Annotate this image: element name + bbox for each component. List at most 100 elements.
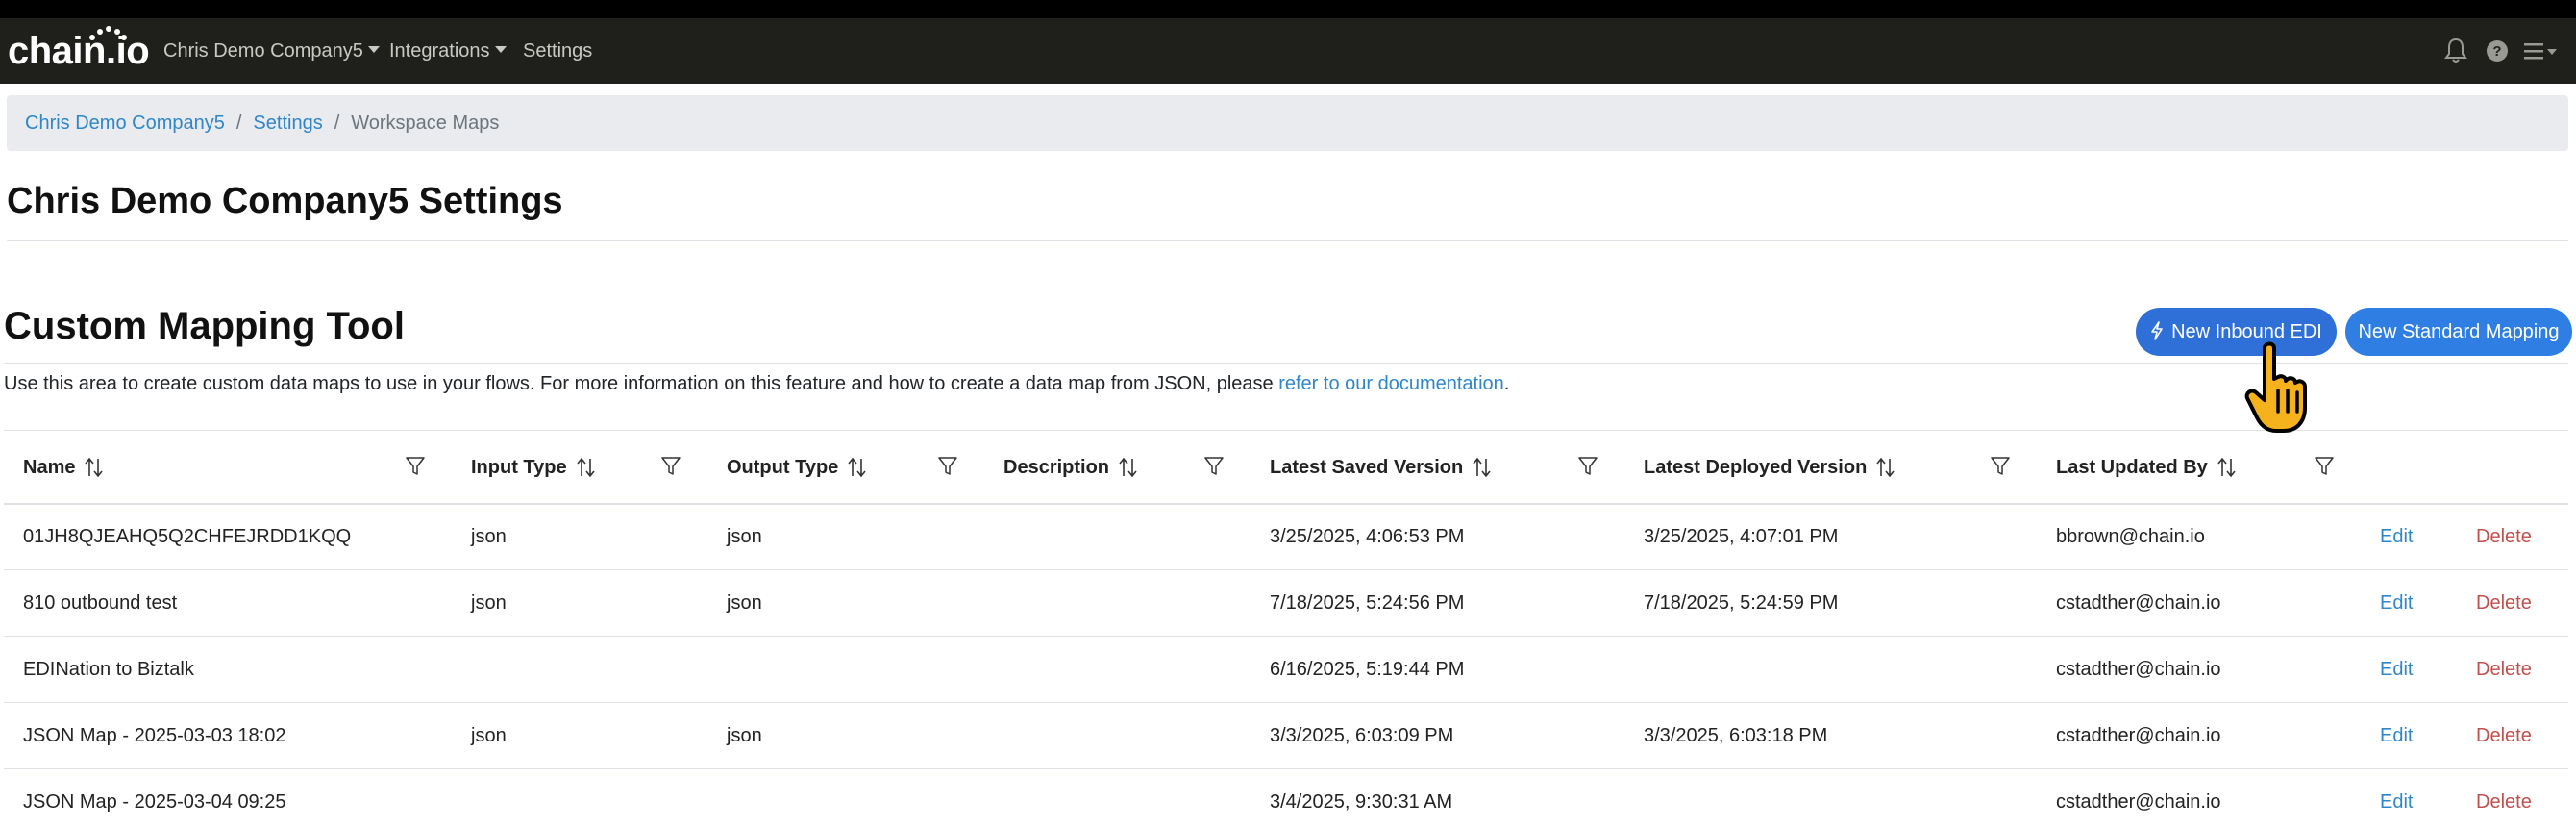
cell-output-type <box>707 636 984 703</box>
cell-latest-saved: 3/3/2025, 6:03:09 PM <box>1251 702 1624 769</box>
sort-icon[interactable] <box>1876 457 1895 478</box>
nav-company-dropdown[interactable]: Chris Demo Company5 <box>163 18 380 84</box>
sort-icon[interactable] <box>848 457 867 478</box>
cell-description <box>984 702 1251 769</box>
hand-pointer-cursor-icon <box>2244 341 2307 433</box>
column-header-label: Name <box>23 456 76 478</box>
cell-latest-saved: 7/18/2025, 5:24:56 PM <box>1251 569 1624 637</box>
help-icon[interactable]: ? <box>2486 37 2509 65</box>
divider <box>4 363 2568 364</box>
column-header-label: Description <box>1003 456 1110 478</box>
brand-dots-icon <box>89 26 127 40</box>
lightning-icon <box>2151 320 2163 340</box>
cell-last-updated-by: cstadther@chain.io <box>2037 636 2361 703</box>
filter-icon[interactable] <box>2315 456 2334 477</box>
breadcrumb-settings-link[interactable]: Settings <box>253 113 322 135</box>
chevron-down-icon <box>367 46 380 54</box>
new-standard-mapping-label: New Standard Mapping <box>2358 321 2560 342</box>
cell-output-type: json <box>707 503 984 570</box>
brand-logo[interactable]: chain.io <box>8 26 150 74</box>
column-header-output-type: Output Type <box>707 430 984 505</box>
cell-name: JSON Map - 2025-03-04 09:25 <box>4 768 452 829</box>
delete-link[interactable]: Delete <box>2476 725 2532 746</box>
table-row: JSON Map - 2025-03-03 18:02 json json 3/… <box>4 702 2568 769</box>
breadcrumb-separator: / <box>334 112 340 134</box>
nav-settings-label: Settings <box>523 40 593 62</box>
breadcrumb-company-link[interactable]: Chris Demo Company5 <box>25 113 225 135</box>
filter-icon[interactable] <box>661 456 681 477</box>
cell-input-type <box>452 768 707 829</box>
filter-icon[interactable] <box>1204 456 1224 477</box>
description-suffix: . <box>1503 373 1510 394</box>
filter-icon[interactable] <box>1578 456 1598 477</box>
filter-icon[interactable] <box>1991 456 2010 477</box>
table-row: JSON Map - 2025-03-04 09:25 3/4/2025, 9:… <box>4 768 2568 829</box>
new-standard-mapping-button[interactable]: New Standard Mapping <box>2345 308 2572 356</box>
top-black-bar <box>0 0 2576 18</box>
breadcrumb-separator: / <box>235 112 242 134</box>
nav-integrations-dropdown[interactable]: Integrations <box>389 18 507 84</box>
bell-icon[interactable] <box>2444 37 2467 65</box>
column-header-label: Latest Deployed Version <box>1644 456 1868 478</box>
column-header-input-type: Input Type <box>452 430 707 505</box>
cell-name: EDINation to Biztalk <box>4 636 452 703</box>
section-title: Custom Mapping Tool <box>4 305 405 347</box>
cell-latest-deployed: 7/18/2025, 5:24:59 PM <box>1624 569 2037 637</box>
delete-link[interactable]: Delete <box>2476 791 2532 813</box>
column-header-latest-saved-version: Latest Saved Version <box>1251 430 1624 505</box>
cell-latest-saved: 3/25/2025, 4:06:53 PM <box>1251 503 1624 570</box>
nav-integrations-label: Integrations <box>389 40 490 62</box>
sort-icon[interactable] <box>2217 457 2237 478</box>
cell-output-type: json <box>707 702 984 769</box>
cell-name: 01JH8QJEAHQ5Q2CHFEJRDD1KQQ <box>4 503 452 570</box>
cell-last-updated-by: cstadther@chain.io <box>2037 768 2361 829</box>
delete-link[interactable]: Delete <box>2476 592 2532 614</box>
delete-link[interactable]: Delete <box>2476 526 2532 547</box>
column-header-latest-deployed-version: Latest Deployed Version <box>1624 430 2037 505</box>
sort-icon[interactable] <box>1473 457 1492 478</box>
filter-icon[interactable] <box>938 456 957 477</box>
cell-latest-deployed: 3/25/2025, 4:07:01 PM <box>1624 503 2037 570</box>
cell-name: 810 outbound test <box>4 569 452 637</box>
page-title: Chris Demo Company5 Settings <box>7 181 563 221</box>
column-header-name: Name <box>4 430 452 505</box>
cell-output-type: json <box>707 569 984 637</box>
section-description: Use this area to create custom data maps… <box>4 373 1509 395</box>
cell-name: JSON Map - 2025-03-03 18:02 <box>4 702 452 769</box>
cell-latest-saved: 6/16/2025, 5:19:44 PM <box>1251 636 1624 703</box>
breadcrumb: Chris Demo Company5 / Settings / Workspa… <box>7 95 2568 151</box>
cell-input-type: json <box>452 569 707 637</box>
brand-text: chain.io <box>8 30 150 72</box>
nav-settings-link[interactable]: Settings <box>523 18 592 84</box>
sort-icon[interactable] <box>577 457 596 478</box>
new-inbound-edi-label: New Inbound EDI <box>2171 321 2322 342</box>
cell-latest-saved: 3/4/2025, 9:30:31 AM <box>1251 768 1624 829</box>
edit-link[interactable]: Edit <box>2380 526 2413 547</box>
edit-link[interactable]: Edit <box>2380 791 2413 813</box>
table-row: 01JH8QJEAHQ5Q2CHFEJRDD1KQQ json json 3/2… <box>4 503 2568 570</box>
column-header-last-updated-by: Last Updated By <box>2037 430 2361 505</box>
cell-output-type <box>707 768 984 829</box>
cell-description <box>984 569 1251 637</box>
sort-icon[interactable] <box>85 457 104 478</box>
cell-input-type <box>452 636 707 703</box>
cell-description <box>984 768 1251 829</box>
hamburger-menu-icon[interactable] <box>2524 37 2559 65</box>
column-header-description: Description <box>984 430 1251 505</box>
cell-latest-deployed: 3/3/2025, 6:03:18 PM <box>1624 702 2037 769</box>
cell-description <box>984 636 1251 703</box>
sort-icon[interactable] <box>1119 457 1138 478</box>
column-header-delete <box>2452 430 2568 505</box>
documentation-link[interactable]: refer to our documentation <box>1278 373 1504 394</box>
cell-latest-deployed <box>1624 636 2037 703</box>
edit-link[interactable]: Edit <box>2380 659 2413 680</box>
edit-link[interactable]: Edit <box>2380 592 2413 614</box>
chevron-down-icon <box>494 46 507 54</box>
breadcrumb-current: Workspace Maps <box>351 112 500 134</box>
mapping-table: Name Input Type Output Type Description … <box>4 430 2568 829</box>
column-header-label: Input Type <box>471 456 567 478</box>
delete-link[interactable]: Delete <box>2476 659 2532 680</box>
filter-icon[interactable] <box>406 456 425 477</box>
edit-link[interactable]: Edit <box>2380 725 2413 746</box>
table-row: EDINation to Biztalk 6/16/2025, 5:19:44 … <box>4 636 2568 703</box>
